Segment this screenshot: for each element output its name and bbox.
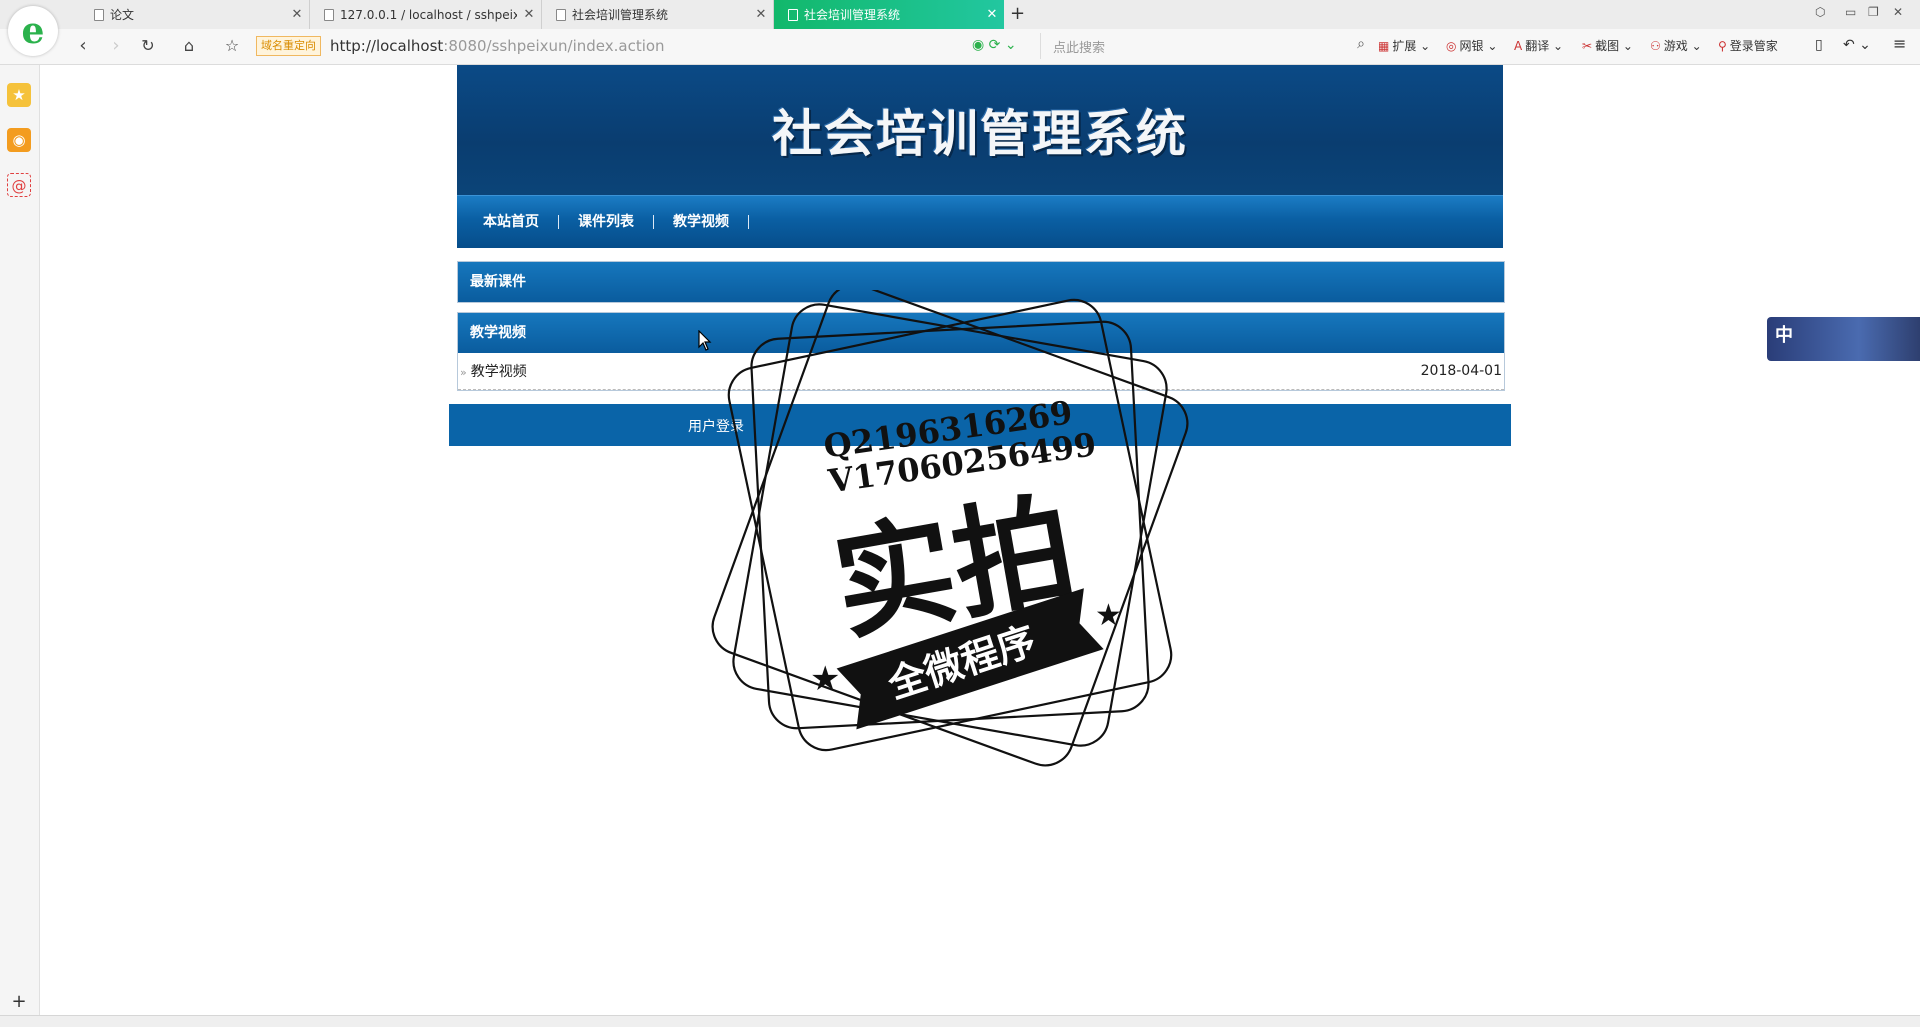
forward-icon[interactable]: › — [105, 35, 127, 57]
watermark-stamp: Q2196316269 V17060256499 实拍 全微程序 ★ ★ — [711, 290, 1189, 767]
ime-label: 中 — [1775, 325, 1793, 346]
toolbar-item-label: 登录管家 — [1729, 39, 1778, 53]
toolbar-item-label: 翻译 — [1525, 39, 1550, 53]
document-icon — [94, 8, 104, 21]
translate-icon: A — [1514, 39, 1523, 53]
favorites-star-icon[interactable]: ★ — [7, 83, 31, 107]
floating-ime-widget[interactable]: 中 — [1767, 317, 1920, 361]
back-icon[interactable]: ‹ — [72, 35, 94, 57]
document-icon — [556, 8, 566, 21]
home-icon[interactable]: ⌂ — [178, 35, 200, 57]
minimize-icon[interactable]: ▭ — [1845, 5, 1856, 19]
search-box[interactable]: 点此搜索 ⌕ — [1040, 33, 1373, 59]
browser-sidebar: ★ ◉ @ + — [0, 65, 40, 1015]
video-title[interactable]: 教学视频 — [471, 364, 527, 380]
nav-home[interactable]: 本站首页 — [483, 215, 559, 229]
toolbar-bank[interactable]: ◎ 网银 ⌄ — [1446, 37, 1497, 54]
tab-lunwen[interactable]: 论文 ✕ — [80, 0, 310, 29]
tab-training-system-active[interactable]: 社会培训管理系统 ✕ — [774, 0, 1004, 29]
browser-logo[interactable]: e — [8, 6, 58, 56]
reload-icon[interactable]: ↻ — [137, 35, 159, 57]
close-window-icon[interactable]: ✕ — [1893, 5, 1903, 19]
tab-phpmyadmin[interactable]: 127.0.0.1 / localhost / sshpeixun ✕ — [310, 0, 542, 29]
toolbar-item-label: 游戏 — [1663, 39, 1688, 53]
toolbar-games[interactable]: ⚇ 游戏 ⌄ — [1650, 37, 1702, 54]
add-sidebar-icon[interactable]: + — [7, 990, 31, 1014]
main-nav: 本站首页 课件列表 教学视频 — [457, 195, 1503, 248]
gamepad-icon: ⚇ — [1650, 39, 1661, 53]
status-bar — [0, 1015, 1920, 1027]
document-icon — [788, 8, 798, 21]
star-icon: ★ — [810, 659, 840, 699]
tab-bar: 论文 ✕ 127.0.0.1 / localhost / sshpeixun ✕… — [0, 0, 1920, 30]
document-icon — [324, 8, 334, 21]
video-date: 2018-04-01 — [1420, 363, 1502, 379]
bookmark-star-icon[interactable]: ☆ — [221, 35, 243, 57]
skin-icon[interactable]: ⬡ — [1815, 5, 1825, 19]
menu-icon[interactable]: ≡ — [1893, 34, 1906, 53]
star-icon: ★ — [1095, 598, 1122, 633]
security-shield-icon[interactable]: ◉ ⟳ ⌄ — [972, 37, 1017, 53]
tab-label: 社会培训管理系统 — [572, 8, 669, 22]
url-host: http://localhost — [330, 37, 444, 55]
url-path: :8080/sshpeixun/index.action — [443, 37, 665, 55]
toolbar-login-manager[interactable]: ⚲ 登录管家 — [1718, 37, 1778, 54]
close-icon[interactable]: ✕ — [980, 7, 1004, 22]
site-banner: 社会培训管理系统 — [457, 65, 1503, 195]
undo-icon[interactable]: ↶ ⌄ — [1843, 37, 1871, 53]
redirect-badge[interactable]: 域名重定向 — [256, 36, 321, 56]
close-icon[interactable]: ✕ — [517, 7, 541, 22]
restore-icon[interactable]: ❐ — [1868, 5, 1879, 19]
tab-training-system[interactable]: 社会培训管理系统 ✕ — [542, 0, 774, 29]
close-icon[interactable]: ✕ — [285, 7, 309, 22]
nav-courseware[interactable]: 课件列表 — [578, 215, 654, 229]
tab-label: 论文 — [110, 8, 135, 22]
key-icon: ⚲ — [1718, 39, 1727, 53]
search-icon[interactable]: ⌕ — [1357, 36, 1365, 52]
browser-toolbar: ‹ › ↻ ⌂ ☆ 域名重定向 http://localhost:8080/ss… — [0, 29, 1920, 65]
address-bar[interactable]: http://localhost:8080/sshpeixun/index.ac… — [330, 36, 665, 56]
bank-icon: ◎ — [1446, 39, 1457, 53]
toolbar-extensions[interactable]: ▦ 扩展 ⌄ — [1378, 37, 1430, 54]
new-tab-button[interactable]: + — [1010, 3, 1025, 24]
extensions-icon: ▦ — [1378, 39, 1390, 53]
toolbar-item-label: 网银 — [1459, 39, 1484, 53]
search-input[interactable]: 点此搜索 — [1053, 37, 1105, 56]
weibo-icon[interactable]: ◉ — [7, 128, 31, 152]
site-title: 社会培训管理系统 — [772, 105, 1188, 163]
tab-label: 社会培训管理系统 — [804, 8, 901, 22]
mail-at-icon[interactable]: @ — [7, 173, 31, 197]
double-chevron-icon: » — [460, 366, 467, 379]
tab-label: 127.0.0.1 / localhost / sshpeixun — [340, 7, 517, 22]
screenshot-icon: ✂ — [1582, 39, 1593, 53]
nav-videos[interactable]: 教学视频 — [673, 215, 749, 229]
toolbar-item-label: 截图 — [1595, 39, 1620, 53]
toolbar-translate[interactable]: A 翻译 ⌄ — [1514, 37, 1563, 54]
close-icon[interactable]: ✕ — [749, 7, 773, 22]
reading-mode-icon[interactable]: ▯ — [1815, 37, 1823, 53]
toolbar-item-label: 扩展 — [1392, 39, 1417, 53]
toolbar-screenshot[interactable]: ✂ 截图 ⌄ — [1582, 37, 1633, 54]
